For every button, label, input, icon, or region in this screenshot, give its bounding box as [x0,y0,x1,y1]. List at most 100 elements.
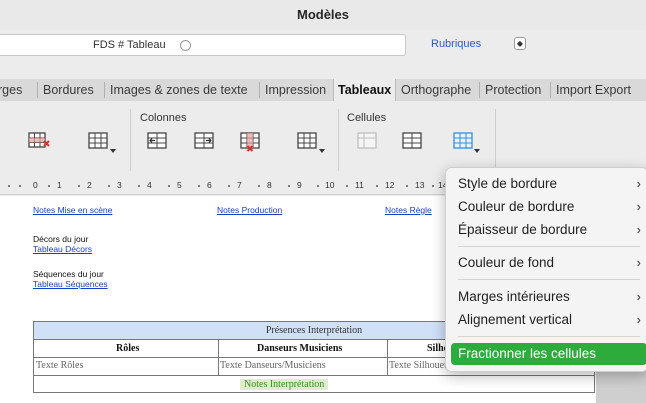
menu-item-couleur-fond[interactable]: Couleur de fond › [451,252,646,274]
insert-column-right-button[interactable] [192,129,216,153]
fds-field[interactable]: FDS # Tableau [0,34,406,56]
tab-tableaux[interactable]: Tableaux [333,79,397,101]
ruler-number: 8 [267,180,272,190]
ruler-number: 9 [297,180,302,190]
menu-item-marges-interieures[interactable]: Marges intérieures › [451,286,646,308]
tab-orthographe[interactable]: Orthographe [397,79,475,101]
fds-field-text: FDS # Tableau [93,39,166,51]
table-delete-row-icon [28,132,50,148]
form-row: FDS # Tableau Rubriques ◆ [0,32,646,60]
chevron-down-icon[interactable] [110,149,116,153]
table-format-button[interactable] [86,129,110,153]
table-column-divider [387,340,388,376]
ruler-tick [19,185,21,187]
ruler-tick [108,185,110,187]
table-column-divider [218,340,219,376]
delete-row-button[interactable] [27,129,51,153]
circle-icon [180,40,191,51]
table-delete-column-icon [240,132,260,152]
ruler-number: 10 [325,180,335,190]
chevron-right-icon: › [636,255,641,270]
merge-cells-button[interactable] [355,129,379,153]
decors-label: Décors du jour [33,234,89,244]
column-format-button[interactable] [295,129,319,153]
tab-impression[interactable]: Impression [261,79,330,101]
ruler-number: 1 [57,180,62,190]
split-cells-icon [402,132,422,149]
tab-divider [104,82,105,98]
tab-protection[interactable]: Protection [481,79,545,101]
rubriques-stepper[interactable]: ◆ [514,37,526,50]
cell-notes-interpretation[interactable]: Notes Interprétation [240,379,329,390]
menu-item-label: Style de bordure [458,176,558,191]
ruler-number: 2 [87,180,92,190]
ruler-number: 4 [147,180,152,190]
colonnes-group-label: Colonnes [140,112,187,124]
menu-item-label: Marges intérieures [458,289,570,304]
ruler-tick [288,185,290,187]
chevron-down-icon[interactable] [474,149,480,153]
tab-bar: rges Bordures Images & zones de texte Im… [0,79,646,101]
link-tableau-decors[interactable]: Tableau Décors [33,244,92,254]
ruler-number: 6 [207,180,212,190]
cell-format-button[interactable] [451,129,475,153]
menu-item-alignement-vertical[interactable]: Alignement vertical › [451,309,646,331]
ruler-tick [8,185,10,187]
split-cells-button[interactable] [400,129,424,153]
menu-item-style-bordure[interactable]: Style de bordure › [451,173,646,195]
menu-separator [458,279,640,280]
cell-texte-danseurs[interactable]: Texte Danseurs/Musiciens [220,360,326,371]
window-title: Modèles [296,7,349,22]
ruler-tick [406,185,408,187]
cellules-group-label: Cellules [347,112,387,124]
column-header-roles[interactable]: Rôles [116,343,139,354]
menu-item-couleur-bordure[interactable]: Couleur de bordure › [451,196,646,218]
ruler-tick [346,185,348,187]
app-window: Modèles FDS # Tableau Rubriques ◆ rges B… [0,0,646,403]
ruler-tick [198,185,200,187]
tab-divider [479,82,480,98]
menu-item-fractionner-cellules[interactable]: Fractionner les cellules [451,343,646,365]
table-header-text: Présences Interprétation [265,325,363,336]
ruler-number: 3 [117,180,122,190]
insert-column-left-icon [147,132,167,149]
table-icon [88,132,108,149]
ruler-tick [168,185,170,187]
ruler-tick [138,185,140,187]
tab-divider [259,82,260,98]
context-menu: Style de bordure › Couleur de bordure › … [445,167,646,372]
ruler-number: 11 [355,180,364,190]
ruler-tick [258,185,260,187]
link-notes-regie[interactable]: Notes Règle [385,205,432,215]
insert-column-left-button[interactable] [145,129,169,153]
delete-column-button[interactable] [238,129,262,153]
menu-item-label: Alignement vertical [458,312,573,327]
chevron-down-icon[interactable] [319,149,325,153]
menu-item-label: Couleur de bordure [458,199,575,214]
ruler-number: 5 [177,180,182,190]
ruler-number: 7 [237,180,242,190]
tab-bordures[interactable]: Bordures [39,79,98,101]
link-tableau-sequences[interactable]: Tableau Séquences [33,279,108,289]
toolbar-divider [338,109,339,171]
ruler-tick [432,185,434,187]
ruler-tick [317,185,319,187]
tab-import-export[interactable]: Import Export [552,79,635,101]
ruler-tick [376,185,378,187]
tab-marges[interactable]: rges [0,79,26,101]
ruler-number: 13 [415,180,425,190]
menu-item-label: Épaisseur de bordure [458,222,588,237]
ruler-number: 0 [33,180,38,190]
chevron-right-icon: › [636,312,641,327]
merge-cells-icon [357,132,377,149]
link-notes-production[interactable]: Notes Production [217,205,282,215]
column-header-danseurs[interactable]: Danseurs Musiciens [257,343,342,354]
tableaux-toolbar: Colonnes Cellules [0,101,646,177]
menu-separator [458,246,640,247]
rubriques-popup[interactable]: Rubriques [431,38,481,50]
link-notes-mise-en-scene[interactable]: Notes Mise en scène [33,205,112,215]
cell-texte-roles[interactable]: Texte Rôles [36,360,83,371]
tab-images[interactable]: Images & zones de texte [106,79,252,101]
menu-item-label: Fractionner les cellules [458,346,597,361]
menu-item-epaisseur-bordure[interactable]: Épaisseur de bordure › [451,219,646,241]
